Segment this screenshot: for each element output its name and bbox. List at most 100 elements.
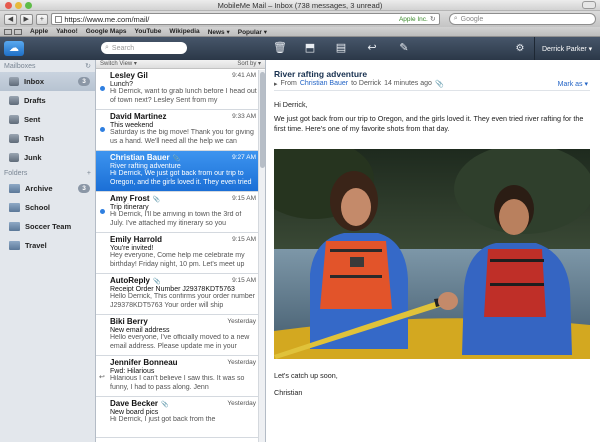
list-item[interactable]: David Martinez 9:33 AM This weekend Satu… <box>96 110 265 151</box>
bookmark-google-maps[interactable]: Google Maps <box>86 28 127 35</box>
mailboxes-label: Mailboxes <box>4 62 36 70</box>
attachment-icon: 📎 <box>152 197 161 203</box>
sidebar-item-sent[interactable]: Sent <box>0 110 95 129</box>
folder-icon <box>9 203 20 212</box>
sender-name: Amy Frost <box>110 194 150 203</box>
message-meta: ▸ From Christian Bauer to Derrick 14 min… <box>274 80 444 88</box>
bookmark-youtube[interactable]: YouTube <box>135 28 162 35</box>
bookmark-view-icons <box>4 28 22 35</box>
unread-dot-icon <box>100 86 105 91</box>
list-item[interactable]: Lesley Gil 9:41 AM Lunch? Hi Derrick, wa… <box>96 69 265 110</box>
sidebar-item-label: Sent <box>24 115 41 124</box>
cloud-icon[interactable]: ☁ <box>4 41 24 56</box>
bookmark-news-menu[interactable]: News ▾ <box>208 28 230 36</box>
sidebar-item-label: Trash <box>24 134 45 143</box>
message-preview: Hilarious I can't believe I saw this. It… <box>110 375 245 391</box>
sidebar-item-label: Junk <box>24 153 42 162</box>
sidebar-item-archive[interactable]: Archive 3 <box>0 179 95 198</box>
list-item[interactable]: Amy Frost 📎 9:15 AM Trip itinerary Hi Der… <box>96 192 265 233</box>
toolbar-toggle-button[interactable] <box>582 1 596 9</box>
trash-icon[interactable]: 🗑 <box>272 41 288 56</box>
junk-icon <box>9 153 19 162</box>
list-item-selected[interactable]: Christian Bauer 📎 9:27 AM River rafting a… <box>96 151 265 192</box>
sidebar-item-drafts[interactable]: Drafts <box>0 91 95 110</box>
back-button[interactable]: ◀ <box>4 13 17 25</box>
sidebar-item-junk[interactable]: Junk <box>0 148 95 167</box>
mail-search-input[interactable]: ⌕ Search <box>101 42 187 54</box>
bookmark-apple[interactable]: Apple <box>30 28 48 35</box>
google-search-field[interactable]: ⌕ Google <box>448 13 596 25</box>
message-preview: Hey everyone, Come help me celebrate my … <box>110 252 245 268</box>
list-item[interactable]: Biki Berry Yesterday New email address H… <box>96 315 265 356</box>
attached-photo[interactable] <box>274 149 590 359</box>
message-preview: Hello Derrick, This confirms your order … <box>110 293 255 309</box>
sidebar-item-soccer-team[interactable]: Soccer Team <box>0 217 95 236</box>
message-paragraph: We just got back from our trip to Oregon… <box>274 114 584 133</box>
show-all-bookmarks-icon[interactable] <box>4 28 12 35</box>
window-titlebar: MobileMe Mail – Inbox (738 messages, 3 u… <box>0 0 600 11</box>
sidebar-item-trash[interactable]: Trash <box>0 129 95 148</box>
message-time: 9:27 AM <box>232 154 256 161</box>
message-subject: Receipt Order Number J29378KDT5763 <box>110 286 235 293</box>
reading-pane: River rafting adventure ▸ From Christian… <box>266 60 600 442</box>
close-window-button[interactable] <box>5 2 12 9</box>
user-account-menu[interactable]: Derrick Parker ▾ <box>534 37 592 60</box>
sidebar-item-school[interactable]: School <box>0 198 95 217</box>
sidebar-item-travel[interactable]: Travel <box>0 236 95 255</box>
top-sites-icon[interactable] <box>14 28 22 35</box>
gear-icon[interactable]: ⚙ <box>513 41 527 56</box>
attachment-icon: 📎 <box>434 81 444 88</box>
sidebar-item-label: Archive <box>25 184 53 193</box>
message-time: 9:15 AM <box>232 277 256 284</box>
sidebar-item-label: School <box>25 203 51 212</box>
unread-count-badge: 3 <box>78 77 90 86</box>
attachment-icon: 📎 <box>161 402 169 408</box>
list-item[interactable]: Dave Becker 📎 Yesterday New board pics Hi… <box>96 397 265 438</box>
message-time: Yesterday <box>227 318 256 325</box>
message-preview: Hi Derrick, I'll be arriving in town the… <box>110 211 242 227</box>
move-folder-icon[interactable]: ▤ <box>333 41 349 56</box>
minimize-window-button[interactable] <box>15 2 22 9</box>
reply-icon[interactable]: ↩ <box>364 41 380 56</box>
reload-icon[interactable]: ↻ <box>430 15 436 23</box>
sender-name: AutoReply <box>110 276 150 285</box>
expand-details-icon[interactable]: ▸ <box>274 80 278 88</box>
list-item[interactable]: ↩ Jennifer Bonneau Yesterday Fwd: Hilari… <box>96 356 265 397</box>
sidebar-item-inbox[interactable]: Inbox 3 <box>0 72 95 91</box>
scrollbar-thumb[interactable] <box>260 72 265 168</box>
sidebar-item-label: Soccer Team <box>25 222 72 231</box>
user-name: Derrick Parker ▾ <box>542 45 593 53</box>
archive-box-icon[interactable]: ⬒ <box>302 41 318 56</box>
attachment-icon: 📎 <box>172 156 181 162</box>
sidebar-item-label: Drafts <box>24 96 46 105</box>
sidebar-item-label: Travel <box>25 241 47 250</box>
refresh-icon[interactable]: ↻ <box>85 62 91 70</box>
message-list-scrollbar[interactable] <box>258 70 265 442</box>
mark-as-menu[interactable]: Mark as ▾ <box>558 80 588 88</box>
bookmark-wikipedia[interactable]: Wikipedia <box>169 28 199 35</box>
sender-link[interactable]: Christian Bauer <box>300 80 348 88</box>
add-folder-icon[interactable]: + <box>87 170 91 177</box>
list-item[interactable]: Emily Harrold 9:15 AM You're invited! He… <box>96 233 265 274</box>
app-header: ☁ ⌕ Search 🗑 ⬒ ▤ ↩ ✎ ⚙ Derrick Parker ▾ <box>0 37 600 60</box>
divider <box>274 90 590 91</box>
bookmark-popular-menu[interactable]: Popular ▾ <box>238 28 267 36</box>
message-time: 9:15 AM <box>232 236 256 243</box>
message-subject: Fwd: Hilarious <box>110 368 155 375</box>
bookmark-yahoo[interactable]: Yahoo! <box>56 28 78 35</box>
zoom-window-button[interactable] <box>25 2 32 9</box>
address-bar[interactable]: https://www.me.com/mail/ Apple Inc. ↻ <box>51 13 440 25</box>
message-preview: Hello everyone, I've officially moved to… <box>110 334 250 350</box>
list-item[interactable]: AutoReply 📎 9:15 AM Receipt Order Number … <box>96 274 265 315</box>
add-bookmark-button[interactable]: + <box>35 13 49 25</box>
message-time: Yesterday <box>227 359 256 366</box>
message-greeting: Hi Derrick, <box>274 100 308 109</box>
forward-button[interactable]: ▶ <box>19 13 33 25</box>
folders-section-header: Folders + <box>0 167 95 179</box>
compose-icon[interactable]: ✎ <box>396 41 412 56</box>
message-subject-heading: River rafting adventure <box>274 69 368 79</box>
switch-view-button[interactable]: Switch View ▾ <box>100 60 137 68</box>
url-text: https://www.me.com/mail/ <box>64 14 150 24</box>
sort-by-button[interactable]: Sort by ▾ <box>237 60 261 68</box>
recipient-text: to Derrick <box>351 80 382 87</box>
